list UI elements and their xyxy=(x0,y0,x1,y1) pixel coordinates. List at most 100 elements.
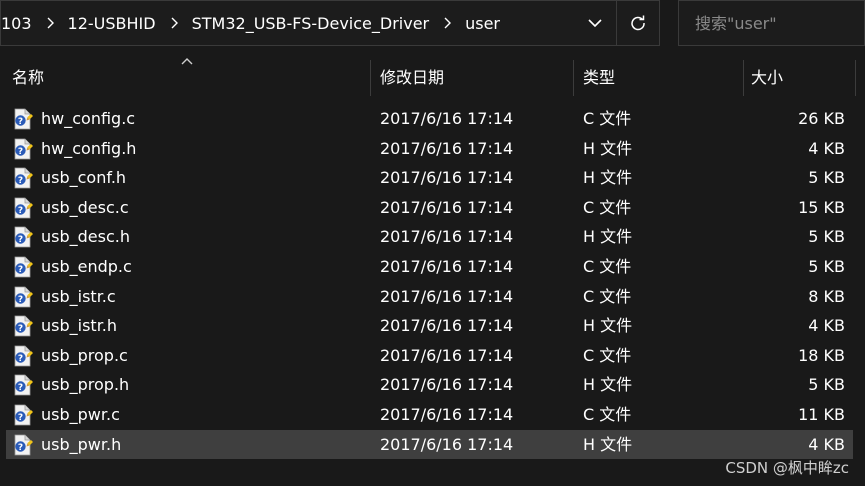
svg-text:?: ? xyxy=(18,443,23,453)
file-size: 4 KB xyxy=(808,138,845,158)
file-size: 18 KB xyxy=(798,345,845,365)
file-size: 15 KB xyxy=(798,197,845,217)
watermark: CSDN @枫中眸zc xyxy=(725,459,849,477)
file-type: C 文件 xyxy=(583,345,632,365)
search-box[interactable] xyxy=(678,0,865,46)
chevron-right-icon[interactable] xyxy=(433,1,461,45)
svg-text:?: ? xyxy=(18,354,23,364)
file-type: H 文件 xyxy=(583,138,633,158)
svg-text:?: ? xyxy=(18,117,23,127)
file-type: C 文件 xyxy=(583,109,632,128)
svg-text:?: ? xyxy=(18,324,23,334)
file-name: usb_desc.c xyxy=(41,197,129,217)
file-row[interactable]: ? usb_istr.h 2017/6/16 17:14 H 文件 4 KB xyxy=(0,311,865,341)
file-modified: 2017/6/16 17:14 xyxy=(380,404,514,424)
file-type: C 文件 xyxy=(583,404,632,424)
file-type: C 文件 xyxy=(583,256,632,276)
breadcrumb-item-driver[interactable]: STM32_USB-FS-Device_Driver xyxy=(188,14,434,33)
search-input[interactable] xyxy=(693,12,857,34)
file-modified: 2017/6/16 17:14 xyxy=(380,375,514,395)
file-type: H 文件 xyxy=(583,168,633,188)
file-name: usb_istr.h xyxy=(41,316,118,336)
file-size: 5 KB xyxy=(808,168,845,188)
file-name: usb_desc.h xyxy=(41,227,130,247)
breadcrumb-item-103[interactable]: 103 xyxy=(1,14,36,33)
file-name: usb_pwr.h xyxy=(41,434,122,454)
file-size: 5 KB xyxy=(808,256,845,276)
column-header: 名称 修改日期 类型 大小 xyxy=(0,56,865,96)
file-row[interactable]: ? usb_prop.c 2017/6/16 17:14 C 文件 18 KB xyxy=(0,341,865,371)
chevron-down-icon xyxy=(588,19,602,28)
unknown-file-icon: ? xyxy=(12,167,34,189)
file-size: 5 KB xyxy=(808,375,845,395)
column-header-size[interactable]: 大小 xyxy=(743,56,855,96)
unknown-file-icon: ? xyxy=(12,374,34,396)
file-row[interactable]: ? usb_desc.c 2017/6/16 17:14 C 文件 15 KB xyxy=(0,193,865,223)
file-list: ? hw_config.c 2017/6/16 17:14 C 文件 26 KB… xyxy=(0,104,865,459)
file-row[interactable]: ? usb_conf.h 2017/6/16 17:14 H 文件 5 KB xyxy=(0,163,865,193)
column-header-name[interactable]: 名称 xyxy=(0,56,370,96)
file-size: 5 KB xyxy=(808,227,845,247)
svg-text:?: ? xyxy=(18,206,23,216)
file-modified: 2017/6/16 17:14 xyxy=(380,168,514,188)
refresh-icon xyxy=(631,15,645,31)
column-header-modified[interactable]: 修改日期 xyxy=(370,56,573,96)
file-row[interactable]: ? usb_prop.h 2017/6/16 17:14 H 文件 5 KB xyxy=(0,370,865,400)
file-modified: 2017/6/16 17:14 xyxy=(380,286,514,306)
breadcrumb-item-user[interactable]: user xyxy=(461,14,504,33)
file-modified: 2017/6/16 17:14 xyxy=(380,109,514,128)
unknown-file-icon: ? xyxy=(12,108,34,130)
breadcrumb-item-12-usbhid[interactable]: 12-USBHID xyxy=(64,14,160,33)
file-name: usb_endp.c xyxy=(41,256,132,276)
file-modified: 2017/6/16 17:14 xyxy=(380,345,514,365)
file-modified: 2017/6/16 17:14 xyxy=(380,227,514,247)
address-bar[interactable]: 103 12-USBHID STM32_USB-FS-Device_Driver… xyxy=(0,0,660,46)
file-name: usb_istr.c xyxy=(41,286,116,306)
refresh-button[interactable] xyxy=(617,1,659,45)
unknown-file-icon: ? xyxy=(12,434,34,456)
file-size: 4 KB xyxy=(808,434,845,454)
file-size: 8 KB xyxy=(808,286,845,306)
file-row[interactable]: ? hw_config.h 2017/6/16 17:14 H 文件 4 KB xyxy=(0,134,865,164)
unknown-file-icon: ? xyxy=(12,256,34,278)
chevron-right-icon[interactable] xyxy=(160,1,188,45)
unknown-file-icon: ? xyxy=(12,197,34,219)
file-size: 11 KB xyxy=(798,404,845,424)
file-size: 4 KB xyxy=(808,316,845,336)
svg-text:?: ? xyxy=(18,295,23,305)
file-name: usb_prop.h xyxy=(41,375,130,395)
file-modified: 2017/6/16 17:14 xyxy=(380,138,514,158)
svg-text:?: ? xyxy=(18,413,23,423)
file-row[interactable]: ? usb_istr.c 2017/6/16 17:14 C 文件 8 KB xyxy=(0,282,865,312)
file-name: usb_prop.c xyxy=(41,345,128,365)
chevron-right-icon[interactable] xyxy=(36,1,64,45)
file-type: H 文件 xyxy=(583,434,633,454)
breadcrumb: 103 12-USBHID STM32_USB-FS-Device_Driver… xyxy=(1,1,574,45)
file-modified: 2017/6/16 17:14 xyxy=(380,316,514,336)
file-row[interactable]: ? usb_pwr.h 2017/6/16 17:14 H 文件 4 KB xyxy=(0,429,865,460)
file-row[interactable]: ? usb_pwr.c 2017/6/16 17:14 C 文件 11 KB xyxy=(0,400,865,430)
file-type: H 文件 xyxy=(583,316,633,336)
file-row[interactable]: ? usb_endp.c 2017/6/16 17:14 C 文件 5 KB xyxy=(0,252,865,282)
svg-text:?: ? xyxy=(18,176,23,186)
svg-text:?: ? xyxy=(18,383,23,393)
file-row[interactable]: ? usb_desc.h 2017/6/16 17:14 H 文件 5 KB xyxy=(0,222,865,252)
file-name: usb_pwr.c xyxy=(41,404,120,424)
history-dropdown-button[interactable] xyxy=(574,1,616,45)
file-type: C 文件 xyxy=(583,197,632,217)
svg-text:?: ? xyxy=(18,147,23,157)
file-row[interactable]: ? hw_config.c 2017/6/16 17:14 C 文件 26 KB xyxy=(0,104,865,134)
unknown-file-icon: ? xyxy=(12,315,34,337)
file-name: hw_config.h xyxy=(41,138,137,158)
file-type: H 文件 xyxy=(583,375,633,395)
file-type: H 文件 xyxy=(583,227,633,247)
column-divider[interactable] xyxy=(855,60,856,96)
unknown-file-icon: ? xyxy=(12,345,34,367)
unknown-file-icon: ? xyxy=(12,138,34,160)
svg-text:?: ? xyxy=(18,265,23,275)
file-modified: 2017/6/16 17:14 xyxy=(380,256,514,276)
column-header-type[interactable]: 类型 xyxy=(573,56,743,96)
file-name: hw_config.c xyxy=(41,109,136,128)
unknown-file-icon: ? xyxy=(12,286,34,308)
file-modified: 2017/6/16 17:14 xyxy=(380,434,514,454)
